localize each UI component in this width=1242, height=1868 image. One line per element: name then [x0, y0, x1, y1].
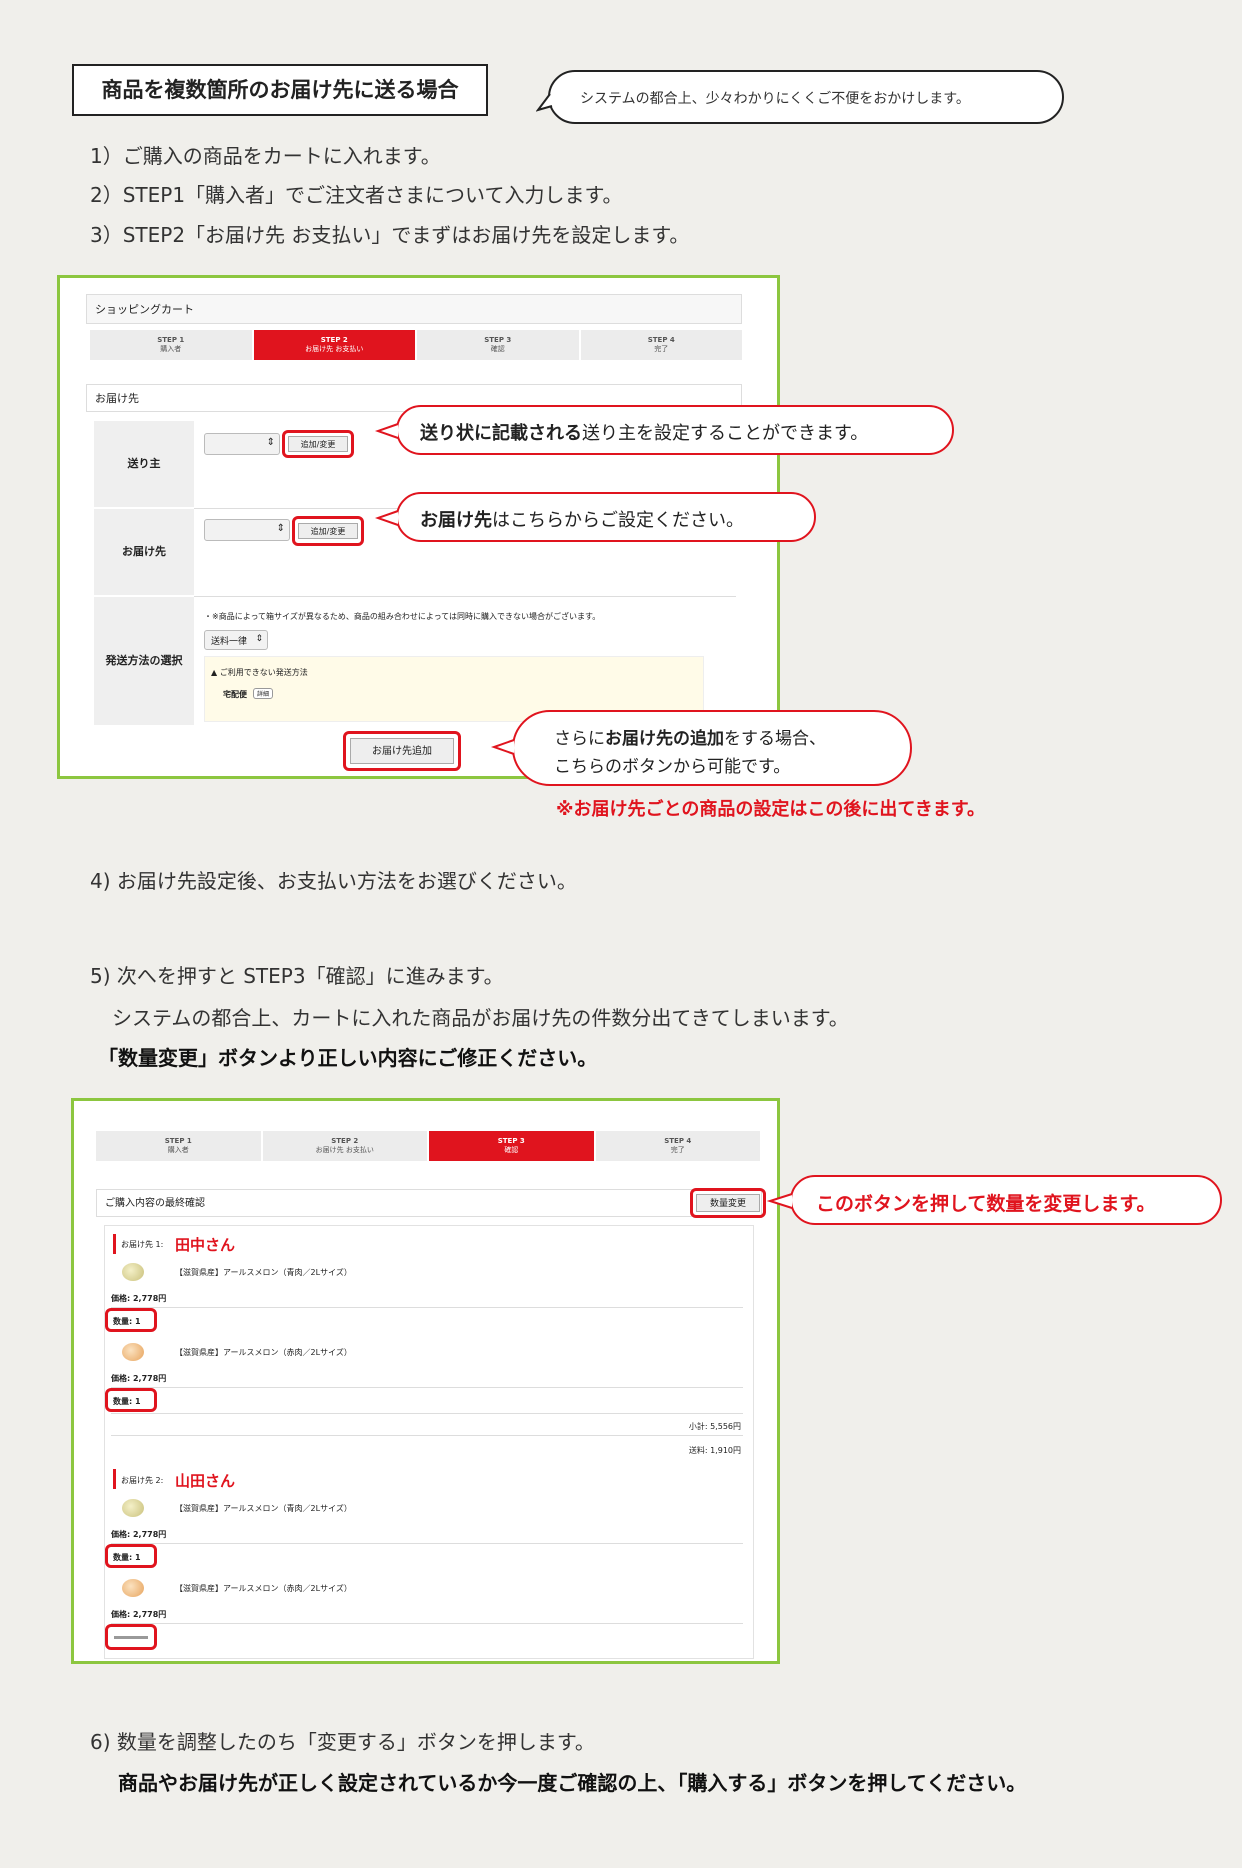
step-5-line1: 5) 次へを押すと STEP3「確認」に進みます。: [90, 964, 504, 988]
step-1-tab: STEP 1 購入者: [96, 1131, 261, 1161]
step-4-tab: STEP 4 完了: [580, 330, 742, 360]
callout-arrow: [766, 1193, 793, 1209]
page-title: 商品を複数箇所のお届け先に送る場合: [72, 64, 488, 116]
dest1-label: お届け先 1:: [121, 1240, 164, 1249]
confirm-screenshot-2: STEP 1 購入者 STEP 2 お届け先 お支払い STEP 3 確認 STEP …: [71, 1098, 780, 1664]
qty-ring: [105, 1624, 157, 1650]
qty-callout-text: このボタンを押して数量を変更します。: [816, 1193, 1156, 1215]
melon-red-icon: [122, 1579, 144, 1597]
step-1-tab: STEP 1 購入者: [90, 330, 252, 360]
unavailable-label: ▲ ご利用できない発送方法: [211, 668, 308, 677]
dest-label: お届け先: [94, 509, 194, 595]
melon-green-icon: [122, 1499, 144, 1517]
step-6-line1: 6) 数量を調整したのち「変更する」ボタンを押します。: [90, 1730, 595, 1754]
callout-arrow: [374, 510, 399, 526]
step-3-tab: STEP 3 確認: [417, 330, 579, 360]
dest-callout-rest: はこちらからご設定ください。: [492, 510, 744, 531]
dest-add-change-button[interactable]: 追加/変更: [298, 523, 358, 539]
item-price: 価格: 2,778円: [111, 1610, 167, 1619]
confirm-title: ご購入内容の最終確認: [96, 1189, 762, 1217]
shipping-label: 発送方法の選択: [94, 597, 194, 725]
red-note: ※お届け先ごとの商品の設定はこの後に出てきます。: [556, 799, 985, 820]
row-divider: [111, 1387, 743, 1388]
callout-arrow: [374, 423, 399, 439]
row-divider: [111, 1435, 743, 1436]
item-price: 価格: 2,778円: [111, 1374, 167, 1383]
step-2-tab: STEP 2 お届け先 お支払い: [262, 1131, 427, 1161]
qty-blurred: [114, 1636, 148, 1639]
add-callout-pre: さらに: [554, 729, 605, 749]
dest-add-change-ring: 追加/変更: [292, 516, 364, 546]
item-name: 【滋賀県産】アールスメロン（赤肉／2Lサイズ）: [175, 1348, 352, 1357]
step-4-tab: STEP 4 完了: [595, 1131, 760, 1161]
step-3-tab: STEP 3 確認: [429, 1131, 594, 1161]
dest-select[interactable]: ⇕: [204, 519, 290, 541]
callout-arrow: [490, 739, 515, 755]
item-name: 【滋賀県産】アールスメロン（青肉／2Lサイズ）: [175, 1504, 352, 1513]
row-divider: [111, 1543, 743, 1544]
shipping-select[interactable]: 送料一律 ⇕: [204, 630, 268, 650]
row-divider: [111, 1623, 743, 1624]
shipping-note: ・※商品によって箱サイズが異なるため、商品の組み合わせによっては同時に購入できな…: [204, 612, 601, 621]
qty-callout: このボタンを押して数量を変更します。: [790, 1175, 1222, 1225]
sender-select[interactable]: ⇕: [204, 433, 280, 455]
dest1-marker: [113, 1234, 116, 1254]
header-note-bubble: システムの都合上、少々わかりにくくご不便をおかけします。: [548, 70, 1064, 124]
row-divider: [111, 1413, 743, 1414]
item-price: 価格: 2,778円: [111, 1530, 167, 1539]
sender-label: 送り主: [94, 421, 194, 507]
item-qty: 数量: 1: [113, 1317, 141, 1326]
melon-red-icon: [122, 1343, 144, 1361]
item-price: 価格: 2,778円: [111, 1294, 167, 1303]
add-callout-post: をする場合、: [724, 729, 826, 749]
item-qty: 数量: 1: [113, 1553, 141, 1562]
item-name: 【滋賀県産】アールスメロン（青肉／2Lサイズ）: [175, 1268, 352, 1277]
step-2-text: 2）STEP1「購入者」でご注文者さまについて入力します。: [90, 183, 623, 207]
dest2-name: 山田さん: [175, 1472, 236, 1490]
dest1-name: 田中さん: [175, 1236, 236, 1254]
step-4-text: 4) お届け先設定後、お支払い方法をお選びください。: [90, 869, 577, 893]
subtotal: 小計: 5,556円: [688, 1422, 741, 1431]
header-note-text: システムの都合上、少々わかりにくくご不便をおかけします。: [580, 91, 970, 107]
qty-change-ring: 数量変更: [690, 1188, 766, 1218]
dest-callout: お届け先はこちらからご設定ください。: [396, 492, 816, 542]
step-bar: STEP 1 購入者 STEP 2 お届け先 お支払い STEP 3 確認 STEP …: [90, 330, 744, 360]
row-divider: [194, 596, 736, 597]
detail-button[interactable]: 詳細: [253, 688, 274, 699]
step-6-line2: 商品やお届け先が正しく設定されているか今一度ご確認の上、「購入する」ボタンを押し…: [118, 1771, 1027, 1795]
qty-ring: 数量: 1: [105, 1308, 157, 1332]
sender-callout-rest: 送り主を設定することができます。: [582, 423, 869, 444]
item-name: 【滋賀県産】アールスメロン（赤肉／2Lサイズ）: [175, 1584, 352, 1593]
add-dest-button[interactable]: お届け先追加: [350, 738, 454, 764]
sender-callout: 送り状に記載される送り主を設定することができます。: [396, 405, 954, 455]
add-callout-bold: お届け先の追加: [605, 729, 724, 749]
dest2-label: お届け先 2:: [121, 1476, 164, 1485]
shipping-select-value: 送料一律: [211, 637, 248, 647]
step-5-line3: 「数量変更」ボタンより正しい内容にご修正ください。: [98, 1046, 598, 1070]
sender-add-change-ring: 追加/変更: [282, 430, 354, 458]
unavailable-method: 宅配便: [223, 690, 247, 699]
cart-title: ショッピングカート: [86, 294, 742, 324]
qty-ring: 数量: 1: [105, 1388, 157, 1412]
qty-change-button[interactable]: 数量変更: [696, 1194, 760, 1212]
row-divider: [111, 1307, 743, 1308]
qty-ring: 数量: 1: [105, 1544, 157, 1568]
step-3-text: 3）STEP2「お届け先 お支払い」でまずはお届け先を設定します。: [90, 223, 690, 247]
sender-callout-bold: 送り状に記載される: [420, 423, 582, 444]
melon-green-icon: [122, 1263, 144, 1281]
sender-add-change-button[interactable]: 追加/変更: [288, 436, 348, 452]
dest2-marker: [113, 1469, 116, 1489]
add-dest-callout: さらにお届け先の追加をする場合、 こちらのボタンから可能です。: [512, 710, 912, 786]
step-1-text: 1）ご購入の商品をカートに入れます。: [90, 144, 441, 168]
shipping-fee: 送料: 1,910円: [688, 1446, 741, 1455]
step-2-tab: STEP 2 お届け先 お支払い: [253, 330, 415, 360]
step-bar-2: STEP 1 購入者 STEP 2 お届け先 お支払い STEP 3 確認 STEP …: [96, 1131, 762, 1161]
item-qty: 数量: 1: [113, 1397, 141, 1406]
dest-callout-bold: お届け先: [420, 510, 492, 531]
add-callout-line2: こちらのボタンから可能です。: [554, 757, 791, 777]
bubble-tail: [536, 93, 553, 112]
step-5-line2: システムの都合上、カートに入れた商品がお届け先の件数分出てきてしまいます。: [112, 1006, 849, 1030]
add-dest-ring: お届け先追加: [343, 731, 461, 771]
